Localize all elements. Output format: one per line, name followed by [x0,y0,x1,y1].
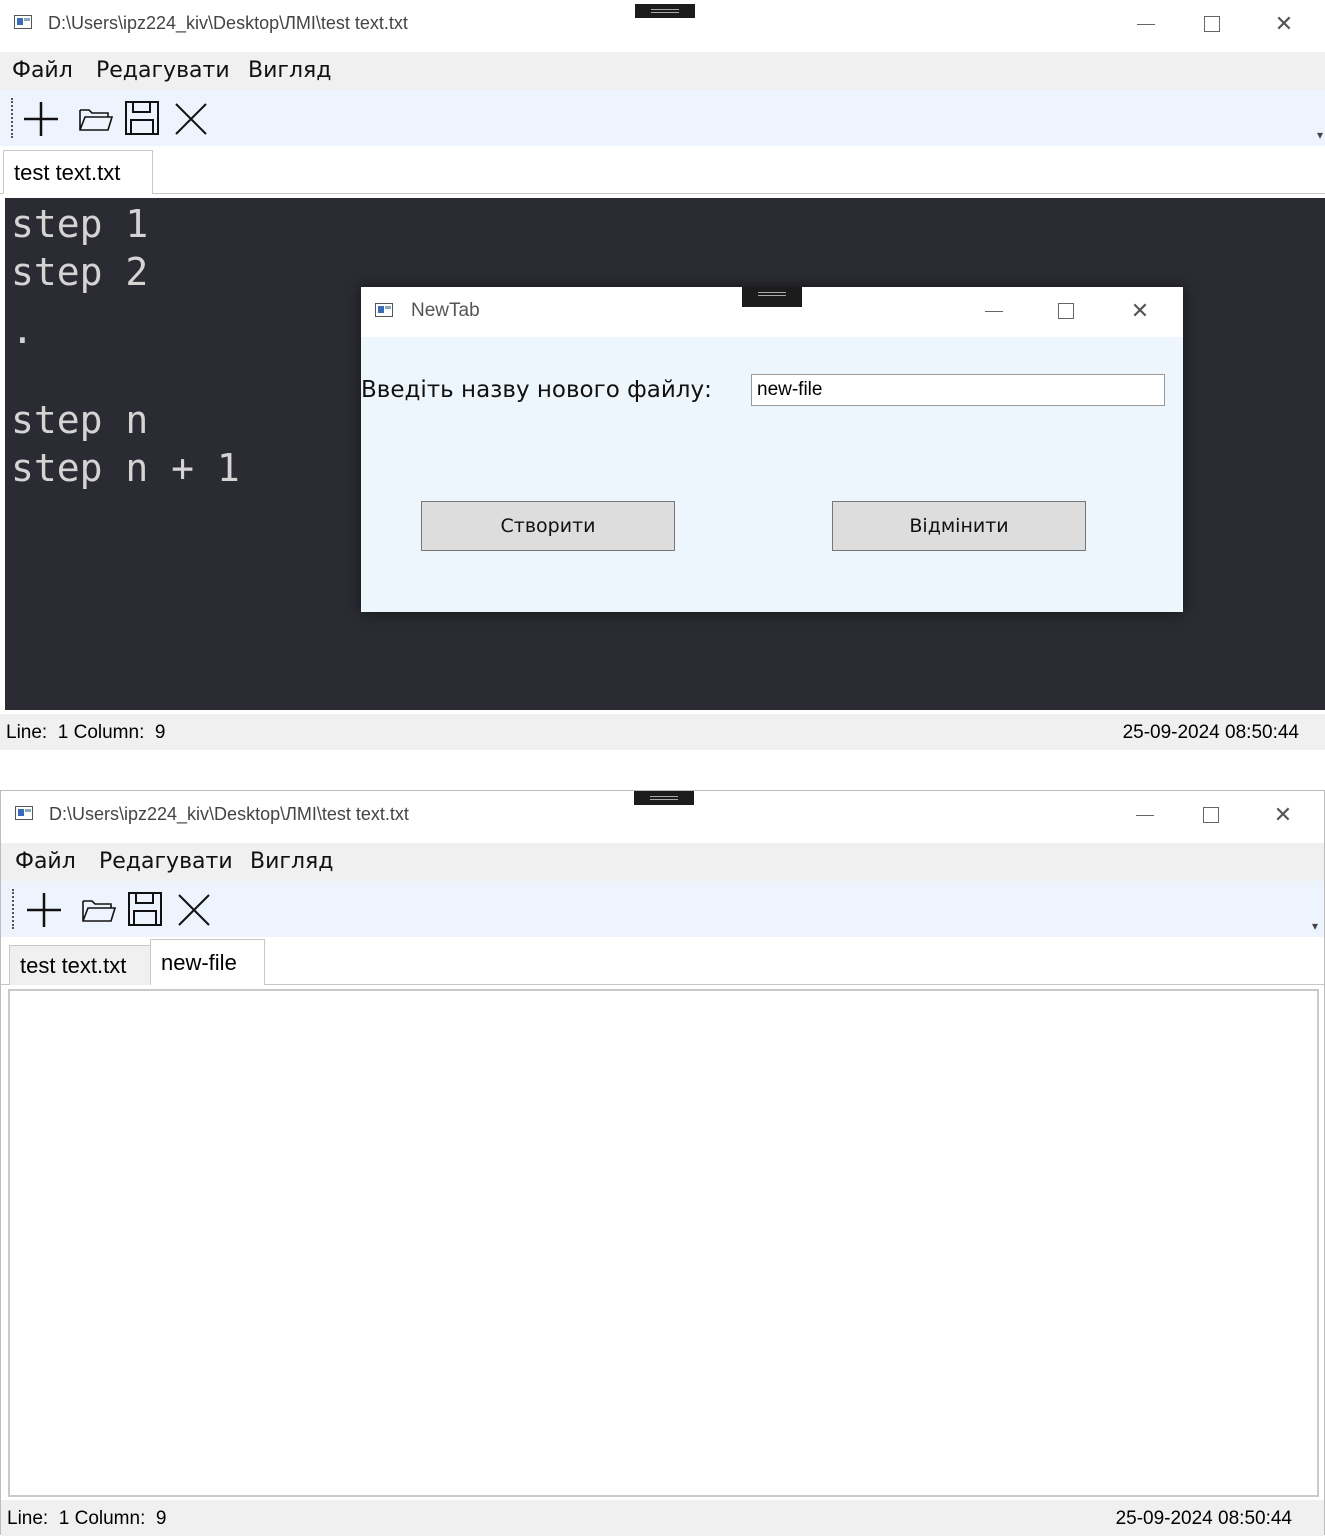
open-file-button[interactable] [75,887,121,931]
code-line: . [11,308,34,352]
tab-divider [0,193,1325,194]
save-file-button[interactable] [120,96,166,140]
maximize-button[interactable] [1188,799,1234,831]
tab-label: new-file [161,949,237,975]
main-window-2: D:\Users\ipz224_kiv\Desktop\ЛМІ\test tex… [0,790,1325,1536]
folder-open-icon [79,109,114,131]
toolbar-overflow-icon[interactable]: ▾ [1317,128,1323,142]
close-icon: ✕ [1274,11,1294,37]
save-file-button[interactable] [123,887,169,931]
minimize-icon [1136,814,1154,816]
snap-grip-icon[interactable] [634,791,694,805]
title-bar[interactable]: D:\Users\ipz224_kiv\Desktop\ЛМІ\test tex… [1,791,1324,841]
dialog-minimize-button[interactable] [971,295,1017,327]
menu-file[interactable]: Файл [12,58,73,83]
dialog-maximize-button[interactable] [1043,295,1089,327]
menu-file[interactable]: Файл [15,849,76,874]
code-line: step n [11,398,149,442]
minimize-icon [985,310,1003,312]
menu-view[interactable]: Вигляд [248,58,331,83]
close-window-button[interactable]: ✕ [1261,8,1307,40]
window-title: D:\Users\ipz224_kiv\Desktop\ЛМІ\test tex… [49,804,409,824]
menu-bar: Файл Редагувати Вигляд [1,843,1324,881]
tab-strip: test text.txt [0,148,1325,194]
close-icon [178,894,210,926]
tab-label: test text.txt [20,952,127,978]
minimize-button[interactable] [1123,8,1169,40]
maximize-icon [1058,303,1074,319]
menu-edit[interactable]: Редагувати [99,849,233,874]
toolbar-overflow-icon[interactable]: ▾ [1312,919,1318,933]
cancel-button[interactable]: Відмінити [832,501,1086,551]
dialog-app-icon [375,303,393,317]
save-icon [128,892,162,926]
tab-strip: test text.txt new-file [1,939,1324,985]
minimize-icon [1137,23,1155,25]
snap-grip-icon[interactable] [742,287,802,307]
filename-label: Введіть назву нового файлу: [361,377,712,403]
main-window-1: D:\Users\ipz224_kiv\Desktop\ЛМІ\test tex… [0,0,1325,750]
menu-bar: Файл Редагувати Вигляд [0,52,1325,90]
close-tab-button[interactable] [171,887,217,931]
cursor-position: Line: 1 Column: 9 [7,1508,167,1529]
plus-icon [27,893,61,927]
new-tab-dialog: NewTab ✕ Введіть назву нового файлу: Ств… [361,287,1183,612]
open-file-button[interactable] [72,96,118,140]
code-line: step 1 [11,202,149,246]
app-icon [14,15,32,29]
tab-new-file[interactable]: new-file [150,939,265,985]
maximize-icon [1203,807,1219,823]
dialog-title-bar[interactable]: NewTab ✕ [361,287,1183,337]
dialog-title: NewTab [411,300,480,321]
title-bar[interactable]: D:\Users\ipz224_kiv\Desktop\ЛМІ\test tex… [0,0,1325,50]
tab-label: test text.txt [14,159,121,185]
window-title: D:\Users\ipz224_kiv\Desktop\ЛМІ\test tex… [48,13,408,33]
menu-view[interactable]: Вигляд [250,849,333,874]
close-icon [175,103,207,135]
minimize-button[interactable] [1122,799,1168,831]
maximize-icon [1204,16,1220,32]
status-bar: Line: 1 Column: 9 25-09-2024 08:50:44 [0,714,1325,750]
toolbar: ▾ [1,881,1324,937]
plus-icon [24,102,58,136]
new-tab-button[interactable] [18,96,64,140]
tab-test-text[interactable]: test text.txt [3,150,153,194]
snap-grip-icon[interactable] [635,4,695,18]
status-bar: Line: 1 Column: 9 25-09-2024 08:50:44 [1,1500,1324,1536]
code-line: step n + 1 [11,446,240,490]
save-icon [125,101,159,135]
clock: 25-09-2024 08:50:44 [1122,722,1299,743]
close-icon: ✕ [1273,802,1293,828]
maximize-button[interactable] [1189,8,1235,40]
toolbar-grip[interactable] [11,98,15,138]
create-button[interactable]: Створити [421,501,675,551]
close-window-button[interactable]: ✕ [1260,799,1306,831]
code-line: step 2 [11,250,149,294]
clock: 25-09-2024 08:50:44 [1115,1508,1292,1529]
new-tab-button[interactable] [21,887,67,931]
toolbar: ▾ [0,90,1325,146]
toolbar-grip[interactable] [12,889,16,929]
menu-edit[interactable]: Редагувати [96,58,230,83]
folder-open-icon [82,900,117,922]
app-icon [15,806,33,820]
dialog-close-button[interactable]: ✕ [1117,295,1163,327]
filename-input[interactable] [751,374,1165,406]
text-editor[interactable] [8,989,1319,1497]
tab-test-text[interactable]: test text.txt [9,945,151,985]
close-icon: ✕ [1130,298,1150,324]
cursor-position: Line: 1 Column: 9 [6,722,166,743]
close-tab-button[interactable] [168,96,214,140]
